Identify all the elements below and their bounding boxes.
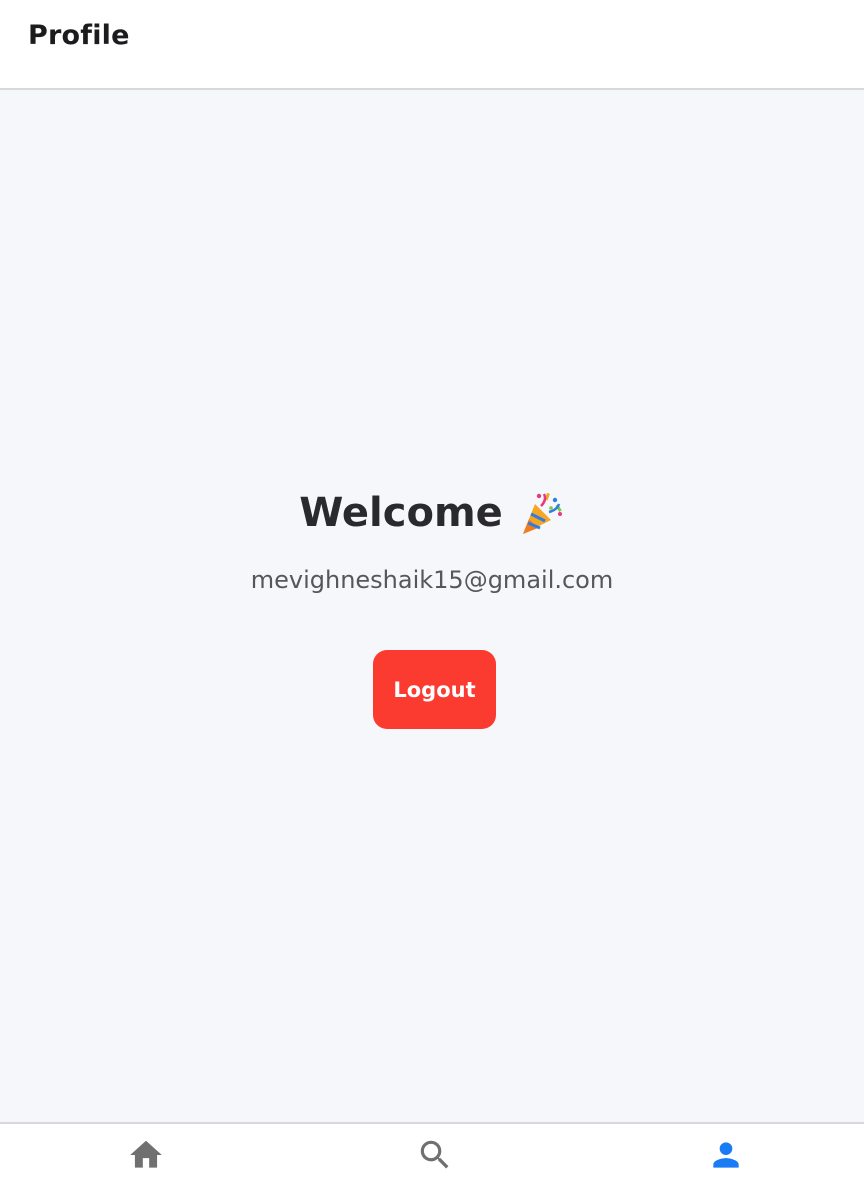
welcome-row: Welcome [0,490,864,536]
welcome-heading: Welcome [299,490,503,536]
person-icon [713,1142,739,1168]
page-title: Profile [28,20,130,51]
header-bar: Profile [0,0,864,90]
home-icon [130,1140,162,1168]
app-screen: Profile Welcome mevighneshaik15@gmail.co… [0,0,864,1184]
profile-content: Welcome mevighneshaik15@gmail.com Logout [0,92,864,1122]
bottom-tab-bar [0,1122,864,1184]
tab-profile[interactable] [676,1124,776,1184]
tab-search[interactable] [385,1124,485,1184]
logout-button[interactable]: Logout [373,650,496,729]
tab-home[interactable] [96,1124,196,1184]
party-popper-icon [519,490,565,536]
search-icon [420,1140,449,1169]
user-email: mevighneshaik15@gmail.com [250,566,614,594]
